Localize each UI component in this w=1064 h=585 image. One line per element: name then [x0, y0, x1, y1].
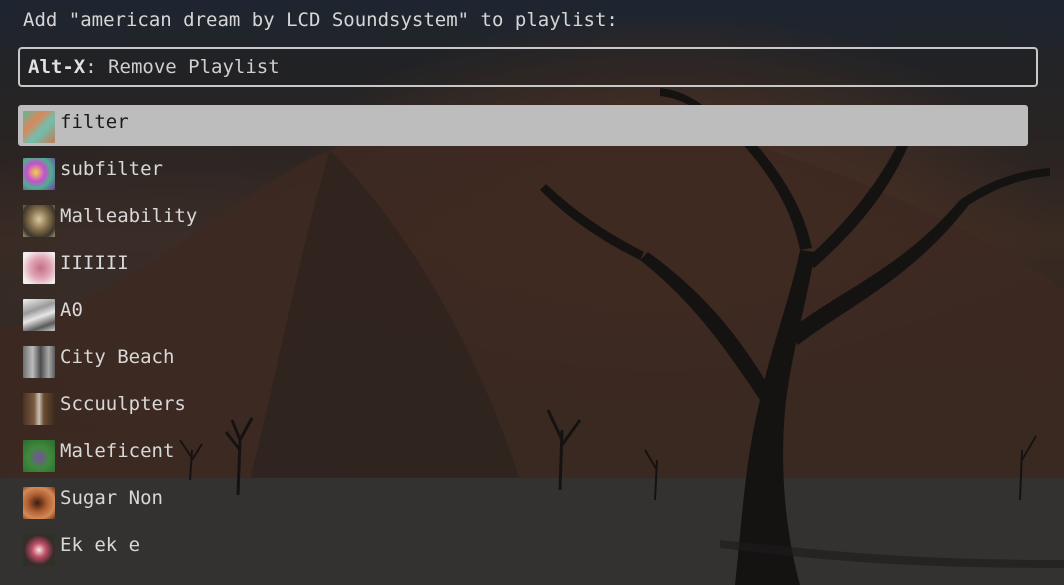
- playlist-cover-image: [23, 487, 55, 519]
- playlist-item-city-beach[interactable]: City Beach: [18, 340, 1028, 381]
- playlist-cover-image: [23, 534, 55, 566]
- shortcut-key: Alt-X: [28, 56, 86, 78]
- playlist-cover-image: [23, 393, 55, 425]
- playlist-item-subfilter[interactable]: subfilter: [18, 152, 1028, 193]
- playlist-item-a0[interactable]: A0: [18, 293, 1028, 334]
- playlist-item-label: Sugar Non: [60, 487, 163, 509]
- playlist-cover-image: [23, 346, 55, 378]
- playlist-item-label: IIIIII: [60, 252, 129, 274]
- playlist-item-iiiiii[interactable]: IIIIII: [18, 246, 1028, 287]
- playlist-item-label: Ek ek e: [60, 534, 141, 556]
- playlist-item-label: filter: [60, 111, 129, 133]
- playlist-item-label: subfilter: [60, 158, 163, 180]
- shortcut-hint: : Remove Playlist: [85, 56, 280, 78]
- playlist-item-filter[interactable]: filter: [18, 105, 1028, 146]
- playlist-search-input[interactable]: Alt-X: Remove Playlist: [18, 47, 1038, 87]
- playlist-prompt: Add "american dream by LCD Soundsystem" …: [23, 9, 618, 31]
- playlist-cover-image: [23, 111, 55, 143]
- playlist-item-label: Malleability: [60, 205, 198, 227]
- playlist-item-label: A0: [60, 299, 83, 321]
- playlist-item-sugar-non[interactable]: Sugar Non: [18, 481, 1028, 522]
- playlist-cover-image: [23, 299, 55, 331]
- playlist-item-maleficent[interactable]: Maleficent: [18, 434, 1028, 475]
- playlist-item-label: City Beach: [60, 346, 175, 368]
- playlist-item-sccuulpters[interactable]: Sccuulpters: [18, 387, 1028, 428]
- playlist-cover-image: [23, 205, 55, 237]
- playlist-cover-image: [23, 440, 55, 472]
- playlist-item-malleability[interactable]: Malleability: [18, 199, 1028, 240]
- playlist-item-ek-ek-e[interactable]: Ek ek e: [18, 528, 1028, 569]
- playlist-item-label: Maleficent: [60, 440, 175, 462]
- playlist-cover-image: [23, 158, 55, 190]
- playlist-item-label: Sccuulpters: [60, 393, 186, 415]
- playlist-cover-image: [23, 252, 55, 284]
- playlist-list: filter subfilter Malleability IIIIII A0 …: [18, 105, 1028, 575]
